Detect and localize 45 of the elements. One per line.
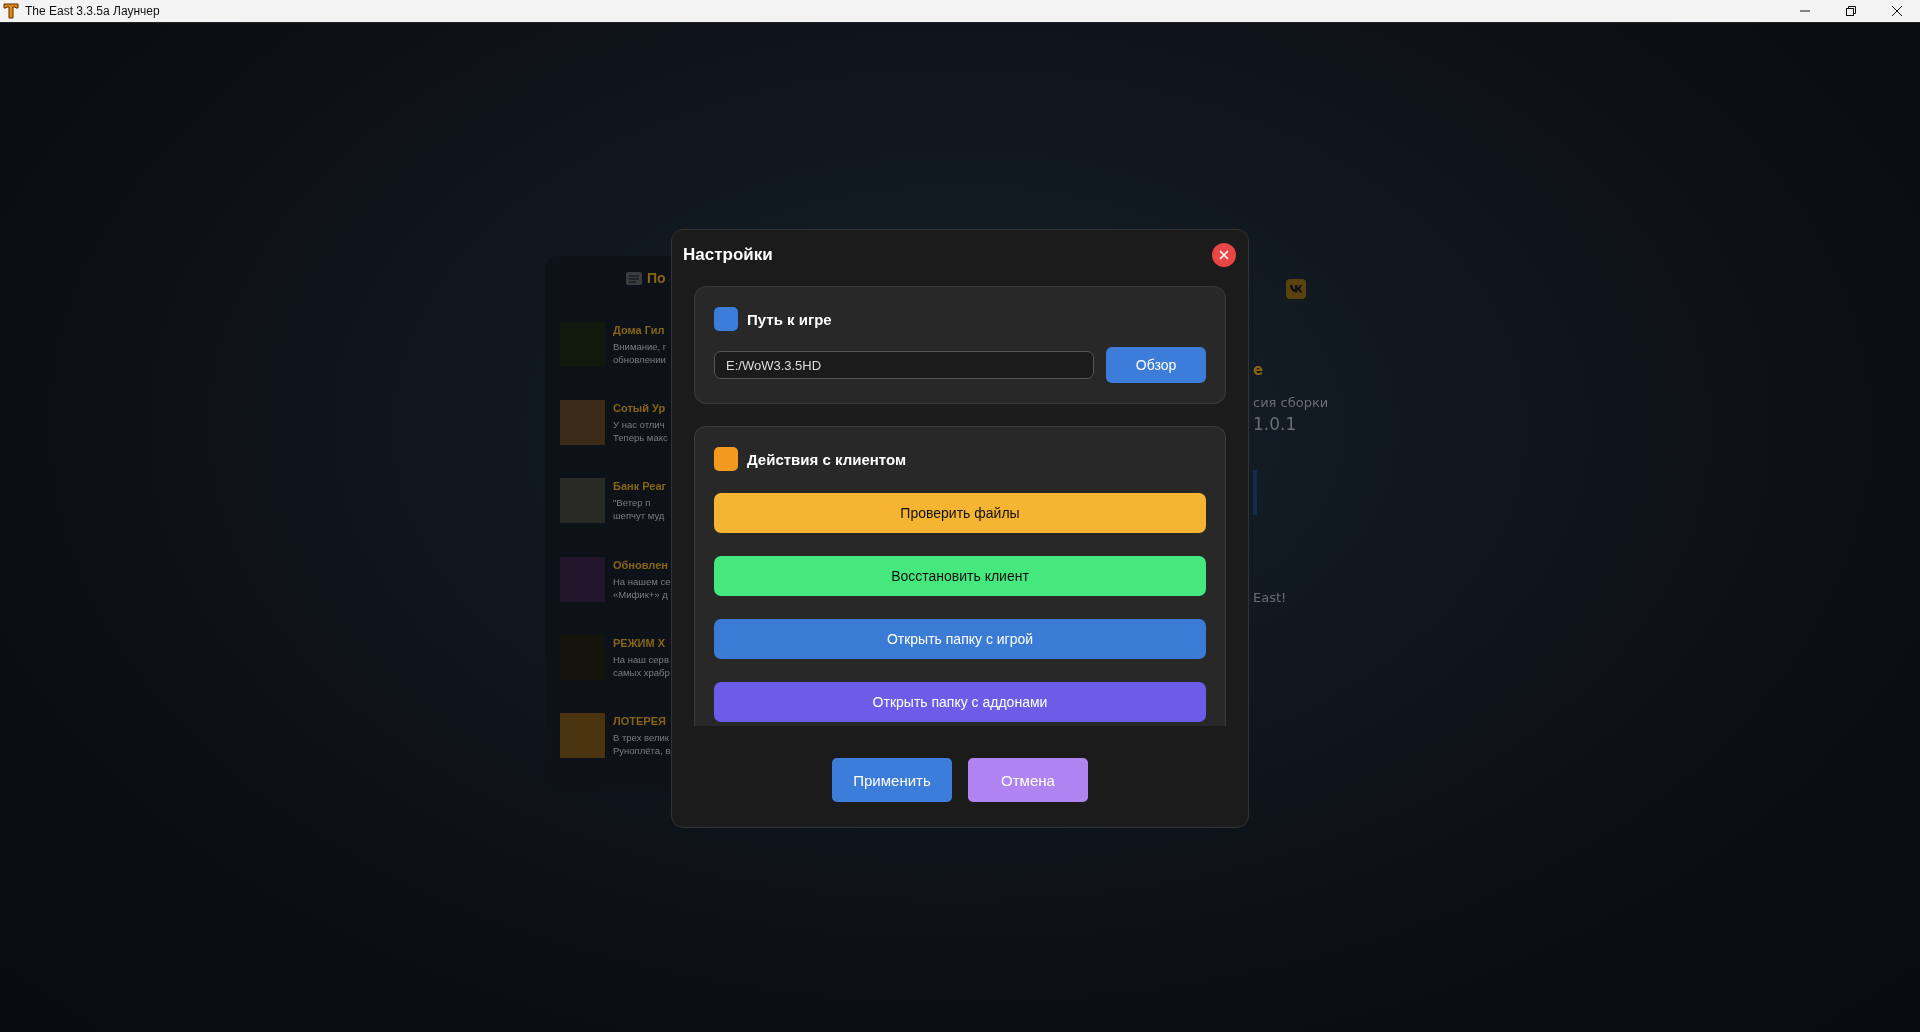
section-title: Действия с клиентом: [747, 450, 907, 468]
info-heading: е: [1253, 361, 1265, 379]
news-item-title[interactable]: ЛОТЕРЕЯ: [613, 714, 671, 727]
action-button[interactable]: Открыть папку с аддонами: [714, 682, 1206, 722]
news-item-text: Руноплёта, в: [613, 744, 671, 756]
info-footer-text: East!: [1253, 590, 1288, 605]
news-thumbnail: [560, 478, 605, 524]
app-logo-icon: [3, 3, 19, 19]
action-button[interactable]: Открыть папку с игрой: [714, 619, 1206, 659]
dialog-title: Настройки: [683, 245, 773, 265]
news-item-text: В трех велик: [613, 731, 670, 743]
action-button[interactable]: Проверить файлы: [714, 493, 1206, 533]
action-button[interactable]: Восстановить клиент: [714, 556, 1206, 596]
close-icon: [1892, 6, 1902, 16]
news-item-text: На наш серв: [613, 653, 670, 665]
news-item-title[interactable]: Дома Гил: [613, 324, 667, 336]
news-item-title[interactable]: Банк Реаг: [613, 480, 667, 493]
news-item-text: "Ветер п: [613, 497, 652, 509]
news-item-text: Теперь макс: [613, 432, 668, 444]
news-item-text: обновлении: [613, 354, 667, 365]
close-dialog-button[interactable]: [1212, 243, 1236, 267]
news-thumbnail: [560, 400, 605, 446]
version-number: 1.0.1: [1253, 414, 1298, 434]
newspaper-icon: [626, 271, 642, 285]
news-item-text: самых храбр: [613, 666, 670, 678]
version-label: сия сборки: [1253, 395, 1329, 410]
apply-button[interactable]: Применить: [832, 758, 952, 802]
news-item-text: На нашем се: [613, 575, 671, 587]
news-thumbnail: [560, 712, 605, 758]
restore-icon: [1846, 6, 1856, 16]
news-item-text: У нас отлич: [613, 419, 666, 431]
news-item-text: шепчут муд: [613, 510, 666, 522]
news-item-title[interactable]: Сотый Ур: [613, 402, 668, 415]
browse-button[interactable]: Обзор: [1106, 347, 1206, 383]
path-field[interactable]: E:/WoW3.3.5HD: [714, 351, 1094, 379]
news-item-text: «Мифик+» д: [613, 588, 669, 600]
window-title: The East 3.3.5a Лаунчер: [25, 4, 161, 18]
close-icon: [1219, 250, 1229, 260]
vk-logo-icon[interactable]: [1286, 279, 1306, 299]
section-title: Путь к игре: [747, 310, 832, 328]
news-item-title[interactable]: РЕЖИМ Х: [613, 636, 670, 649]
cancel-button[interactable]: Отмена: [968, 758, 1088, 802]
news-item-title[interactable]: Обновлен: [613, 558, 671, 571]
news-item-text: Внимание, г: [613, 341, 667, 352]
news-title: По: [647, 270, 666, 286]
